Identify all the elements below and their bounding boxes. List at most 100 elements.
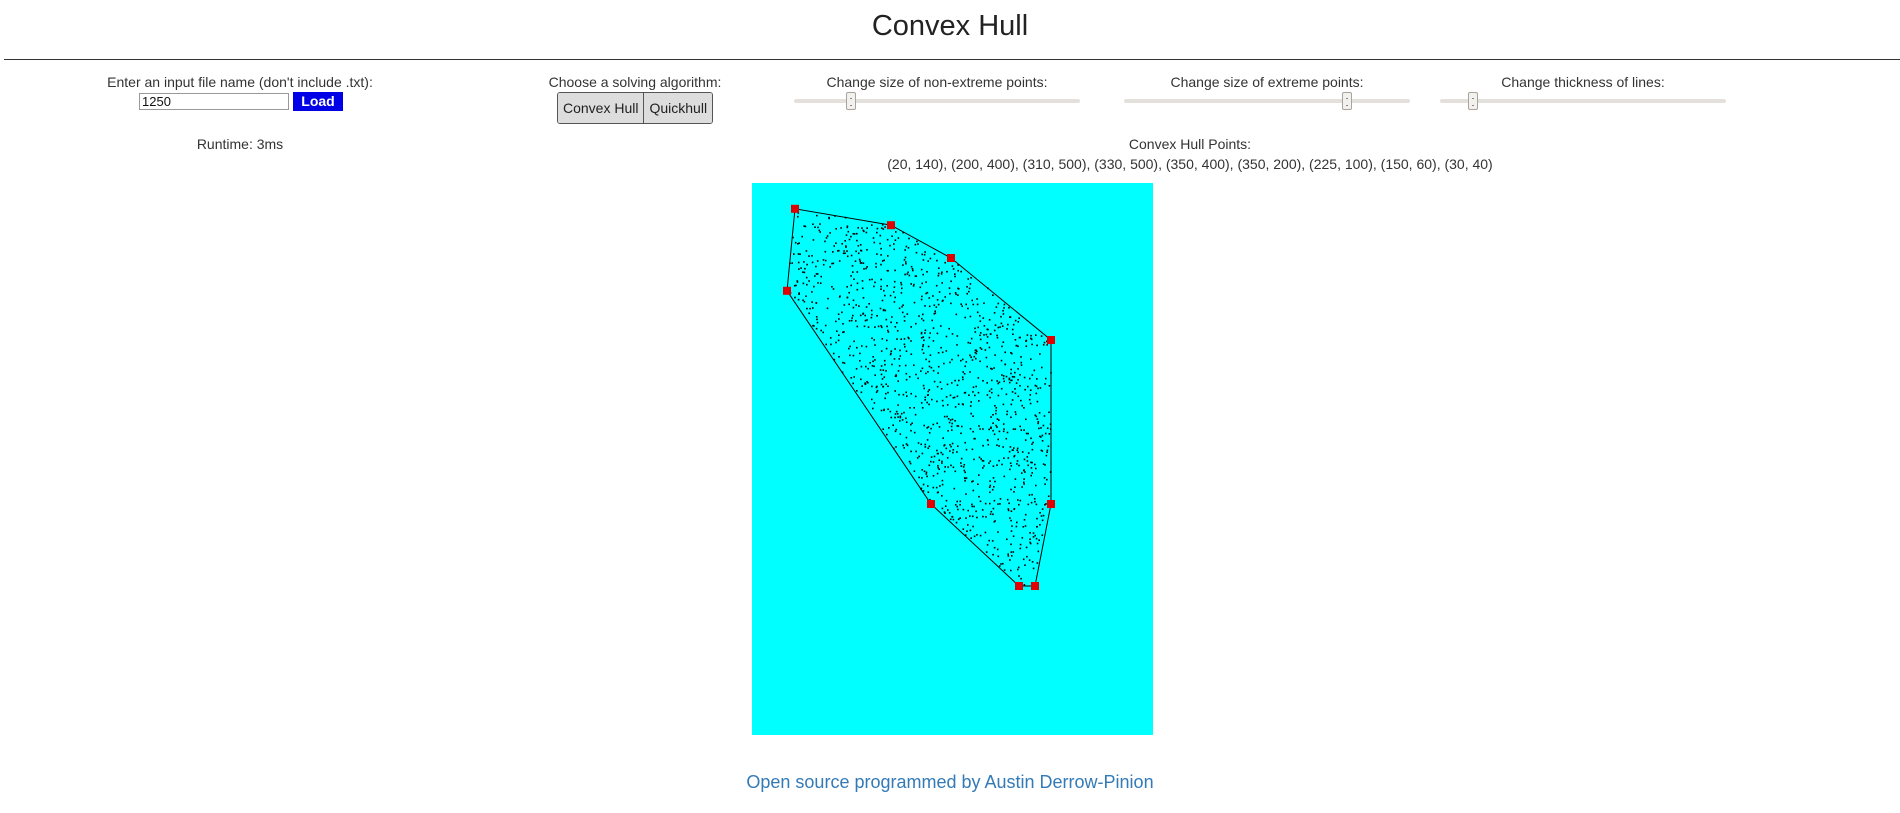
non-extreme-point [1001,463,1003,466]
non-extreme-point [985,516,987,518]
file-name-input[interactable] [139,93,289,110]
non-extreme-point [969,515,971,517]
non-extreme-point [948,512,951,514]
non-extreme-point [923,253,926,256]
slider-thumb[interactable] [1468,92,1478,110]
non-extreme-point [1040,335,1043,337]
non-extreme-point [936,449,938,452]
non-extreme-point [980,458,982,460]
non-extreme-point [932,340,935,342]
non-extreme-point [963,373,966,375]
non-extreme-point [957,518,960,521]
non-extreme-point [967,341,970,344]
convex-hull-button[interactable]: Convex Hull [558,93,644,123]
non-extreme-point [905,350,908,352]
non-extreme-point [941,462,943,464]
non-extreme-point [931,319,933,322]
non-extreme-point [936,422,938,425]
non-extreme-size-slider[interactable] [794,91,1080,111]
non-extreme-point [994,324,997,326]
non-extreme-point [940,325,942,327]
non-extreme-point [1039,512,1041,514]
non-extreme-point [1022,558,1025,561]
non-extreme-point [912,285,915,287]
slider-thumb[interactable] [1342,92,1352,110]
non-extreme-point [941,460,943,463]
non-extreme-point [960,359,962,362]
non-extreme-point [978,425,980,427]
non-extreme-point [902,264,904,266]
non-extreme-point [976,516,978,519]
non-extreme-point [905,443,908,445]
non-extreme-point [989,491,991,494]
quickhull-button[interactable]: Quickhull [643,93,713,123]
non-extreme-point [940,346,942,349]
non-extreme-point [988,346,991,349]
non-extreme-point [1017,568,1019,571]
non-extreme-point [995,424,997,427]
non-extreme-point [970,412,972,415]
non-extreme-point [972,489,975,492]
non-extreme-point [796,281,799,283]
non-extreme-point [959,504,961,506]
non-extreme-point [970,337,973,340]
non-extreme-point [956,500,958,503]
non-extreme-point [937,452,939,455]
non-extreme-point [1023,584,1026,586]
non-extreme-point [898,358,901,360]
file-input-label: Enter an input file name (don't include … [107,74,373,90]
non-extreme-point [969,283,972,285]
non-extreme-point [896,413,899,415]
non-extreme-point [952,268,955,270]
non-extreme-point [990,510,993,513]
non-extreme-point [989,513,992,515]
non-extreme-point [996,464,998,466]
slider-thumb[interactable] [846,92,856,110]
non-extreme-point [1018,503,1020,506]
non-extreme-point [979,338,982,341]
non-extreme-point [903,338,906,340]
non-extreme-point [863,268,865,270]
non-extreme-point [1001,325,1004,327]
non-extreme-point [856,239,858,242]
non-extreme-point [948,287,951,289]
non-extreme-point [880,247,882,250]
hull-canvas[interactable] [752,183,1153,735]
non-extreme-point [968,290,970,293]
non-extreme-point [894,269,896,272]
non-extreme-point [1023,469,1025,472]
non-extreme-point [963,477,966,479]
non-extreme-point [1018,317,1020,319]
load-button[interactable]: Load [293,92,343,111]
non-extreme-point [983,334,985,336]
non-extreme-point [997,438,999,441]
non-extreme-point [989,502,991,505]
non-extreme-point [862,313,864,315]
non-extreme-point [881,260,884,262]
non-extreme-point [988,428,990,431]
non-extreme-point [905,261,907,263]
line-thickness-slider[interactable] [1440,91,1726,111]
non-extreme-point [881,378,884,380]
non-extreme-point [941,453,944,456]
non-extreme-point [984,531,987,534]
non-extreme-point [883,289,885,292]
non-extreme-point [952,449,955,451]
non-extreme-point [802,282,805,285]
non-extreme-point [808,312,810,315]
non-extreme-point [951,429,953,431]
extreme-size-slider[interactable] [1124,91,1410,111]
non-extreme-point [965,303,967,306]
non-extreme-point [993,486,995,488]
non-extreme-point [802,271,804,273]
non-extreme-point [928,297,931,299]
non-extreme-point [895,231,897,233]
non-extreme-point [887,331,890,333]
page: Convex Hull Enter an input file name (do… [0,0,1900,813]
non-extreme-point [1019,374,1021,376]
non-extreme-point [886,285,888,287]
non-extreme-point [997,531,999,533]
non-extreme-point [1008,450,1011,453]
footer-credit-link[interactable]: Open source programmed by Austin Derrow-… [0,772,1900,793]
non-extreme-point [1048,411,1050,414]
